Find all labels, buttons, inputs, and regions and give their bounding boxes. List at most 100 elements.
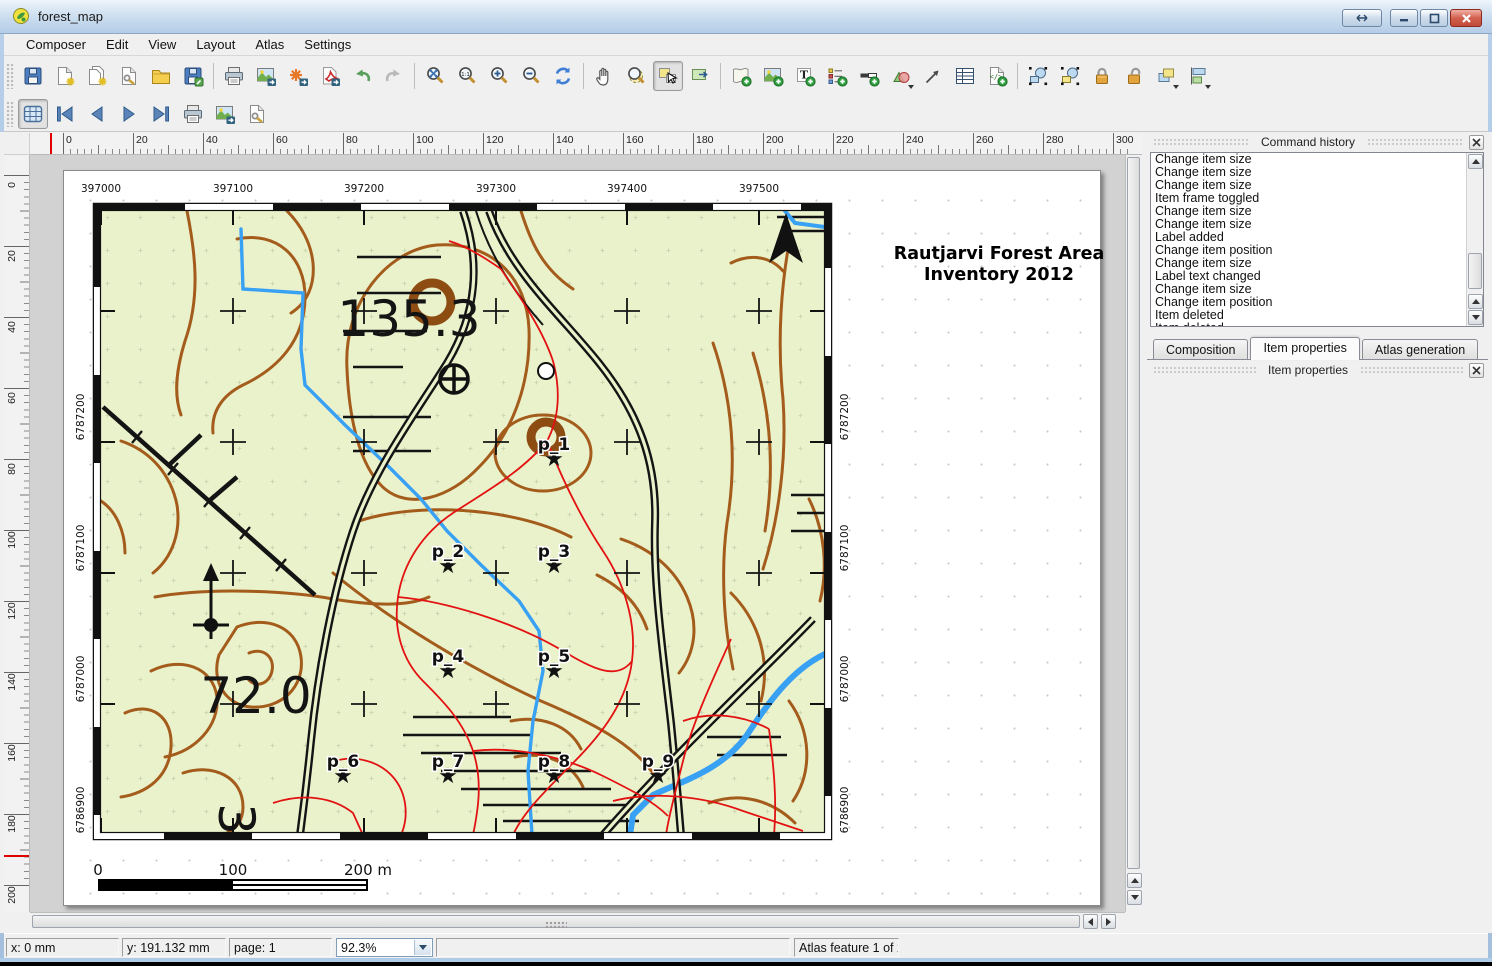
zoom-out-button[interactable] bbox=[516, 61, 546, 91]
command-history-item[interactable]: Item deleted bbox=[1151, 322, 1483, 327]
minimize-button[interactable] bbox=[1390, 9, 1418, 27]
ruler-tick bbox=[553, 133, 554, 154]
composer-page[interactable]: ★p_1★p_2★p_3★p_4★p_5★p_6★p_7★p_8★p_9135.… bbox=[63, 170, 1101, 906]
save-as-template-button[interactable] bbox=[178, 61, 208, 91]
horizontal-scrollbar-thumb[interactable] bbox=[32, 915, 1080, 928]
export-as-pdf-button[interactable] bbox=[315, 61, 345, 91]
sample-point-label: p_5 bbox=[538, 647, 571, 667]
export-as-svg-button[interactable] bbox=[283, 61, 313, 91]
composer-window: forest_map ComposerEditViewLayoutAtlasSe… bbox=[0, 0, 1492, 966]
zoom-actual-size-button[interactable]: 1:1 bbox=[452, 61, 482, 91]
composer-canvas[interactable]: ★p_1★p_2★p_3★p_4★p_5★p_6★p_7★p_8★p_9135.… bbox=[30, 155, 1125, 912]
scroll-up-button[interactable] bbox=[1468, 154, 1483, 169]
menu-edit[interactable]: Edit bbox=[96, 35, 138, 54]
zoom-full-button[interactable] bbox=[420, 61, 450, 91]
toolbar-main: 1:1 T </> bbox=[4, 56, 1488, 96]
window-title: forest_map bbox=[38, 9, 103, 24]
chevron-down-icon[interactable] bbox=[1173, 85, 1179, 89]
lock-items-button[interactable] bbox=[1087, 61, 1117, 91]
command-history-list[interactable]: Change item sizeChange item sizeChange i… bbox=[1150, 152, 1484, 327]
menu-layout[interactable]: Layout bbox=[186, 35, 245, 54]
tab-item-properties[interactable]: Item properties bbox=[1250, 337, 1359, 360]
preview-atlas-button[interactable] bbox=[18, 99, 48, 129]
zoom-to-region-button[interactable] bbox=[621, 61, 651, 91]
select-items-button[interactable] bbox=[1023, 61, 1053, 91]
app-icon bbox=[12, 7, 30, 28]
export-atlas-as-image-button[interactable] bbox=[210, 99, 240, 129]
zoom-in-button[interactable] bbox=[484, 61, 514, 91]
export-as-image-button[interactable] bbox=[251, 61, 281, 91]
close-icon[interactable] bbox=[1469, 135, 1484, 150]
open-button[interactable] bbox=[146, 61, 176, 91]
save-project-button[interactable] bbox=[18, 61, 48, 91]
refresh-view-button[interactable] bbox=[548, 61, 578, 91]
add-label-button[interactable]: T bbox=[790, 61, 820, 91]
vertical-scrollbar[interactable] bbox=[1125, 155, 1142, 912]
scrollbar-thumb[interactable] bbox=[1468, 253, 1482, 289]
move-item-content-button[interactable] bbox=[685, 61, 715, 91]
scroll-up-button[interactable] bbox=[1127, 873, 1142, 888]
previous-feature-button[interactable] bbox=[82, 99, 112, 129]
maximize-button[interactable] bbox=[1420, 9, 1448, 27]
menu-view[interactable]: View bbox=[138, 35, 186, 54]
last-feature-button[interactable] bbox=[146, 99, 176, 129]
new-composition-button[interactable] bbox=[50, 61, 80, 91]
align-items-button[interactable] bbox=[1183, 61, 1213, 91]
resize-horizontal-button[interactable] bbox=[1342, 9, 1382, 27]
scroll-left-button[interactable] bbox=[1083, 914, 1098, 929]
item-properties-header[interactable]: Item properties bbox=[1147, 361, 1488, 379]
command-history-scrollbar[interactable] bbox=[1466, 153, 1483, 326]
horizontal-scrollbar[interactable] bbox=[30, 912, 1125, 930]
add-html-frame-button[interactable]: </> bbox=[982, 61, 1012, 91]
scroll-up-button[interactable] bbox=[1468, 294, 1483, 309]
undo-button[interactable] bbox=[347, 61, 377, 91]
chevron-down-icon[interactable] bbox=[908, 85, 914, 89]
menu-atlas[interactable]: Atlas bbox=[245, 35, 294, 54]
scroll-right-button[interactable] bbox=[1101, 914, 1116, 929]
add-scalebar-button[interactable] bbox=[854, 61, 884, 91]
add-new-map-button[interactable] bbox=[726, 61, 756, 91]
chevron-down-icon[interactable] bbox=[1205, 85, 1211, 89]
ruler-number: 0 bbox=[66, 134, 72, 146]
tab-atlas-generation[interactable]: Atlas generation bbox=[1362, 339, 1478, 360]
add-shape-button[interactable] bbox=[886, 61, 916, 91]
deselect-items-button[interactable] bbox=[1055, 61, 1085, 91]
chevron-down-icon[interactable] bbox=[414, 940, 431, 955]
svg-text:1:1: 1:1 bbox=[461, 72, 470, 78]
add-legend-button[interactable] bbox=[822, 61, 852, 91]
duplicate-composition-button[interactable] bbox=[82, 61, 112, 91]
map-title-label[interactable]: Rautjarvi Forest Area Inventory 2012 bbox=[864, 244, 1125, 286]
print-button[interactable] bbox=[219, 61, 249, 91]
menu-settings[interactable]: Settings bbox=[294, 35, 361, 54]
select-move-item-button[interactable] bbox=[653, 61, 683, 91]
raise-items-button[interactable] bbox=[1151, 61, 1181, 91]
redo-button[interactable] bbox=[379, 61, 409, 91]
scroll-down-button[interactable] bbox=[1127, 890, 1142, 905]
scalebar-item[interactable] bbox=[98, 879, 368, 891]
tab-composition[interactable]: Composition bbox=[1153, 339, 1248, 360]
toolbar-grip[interactable] bbox=[6, 63, 15, 89]
unlock-icon bbox=[1123, 65, 1145, 87]
add-attribute-table-button[interactable] bbox=[950, 61, 980, 91]
map-coord-left: 6787000 bbox=[75, 651, 87, 707]
close-button[interactable] bbox=[1450, 9, 1482, 27]
command-history-header[interactable]: Command history bbox=[1147, 133, 1488, 151]
zoom-combobox[interactable]: 92.3% bbox=[336, 938, 433, 957]
atlas-settings-button[interactable] bbox=[242, 99, 272, 129]
next-feature-button[interactable] bbox=[114, 99, 144, 129]
map-title-line2: Inventory 2012 bbox=[864, 265, 1125, 286]
add-image-button[interactable] bbox=[758, 61, 788, 91]
zoom-1-1-icon: 1:1 bbox=[456, 65, 478, 87]
toolbar-grip[interactable] bbox=[6, 101, 15, 127]
scroll-down-button[interactable] bbox=[1468, 310, 1483, 325]
composition-manager-button[interactable] bbox=[114, 61, 144, 91]
vertical-scrollbar-thumb[interactable] bbox=[1127, 157, 1140, 869]
menu-composer[interactable]: Composer bbox=[16, 35, 96, 54]
add-arrow-button[interactable] bbox=[918, 61, 948, 91]
pan-button[interactable] bbox=[589, 61, 619, 91]
map-item[interactable]: ★p_1★p_2★p_3★p_4★p_5★p_6★p_7★p_8★p_9135.… bbox=[91, 201, 834, 842]
first-feature-button[interactable] bbox=[50, 99, 80, 129]
unlock-items-button[interactable] bbox=[1119, 61, 1149, 91]
print-atlas-button[interactable] bbox=[178, 99, 208, 129]
close-icon[interactable] bbox=[1469, 363, 1484, 378]
